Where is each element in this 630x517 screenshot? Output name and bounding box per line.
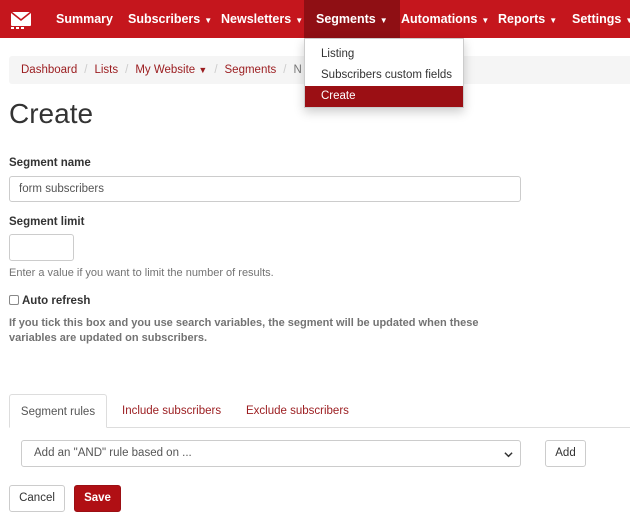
menu-item-listing[interactable]: Listing bbox=[305, 44, 463, 65]
breadcrumb-lists[interactable]: Lists bbox=[94, 64, 118, 76]
breadcrumb-separator: / bbox=[214, 64, 218, 76]
breadcrumb-separator: / bbox=[283, 64, 287, 76]
caret-down-icon: ▼ bbox=[549, 16, 558, 25]
segment-limit-help: Enter a value if you want to limit the n… bbox=[9, 267, 274, 279]
nav-automations-label: Automations bbox=[401, 12, 478, 26]
segment-limit-input[interactable] bbox=[9, 234, 74, 261]
rule-type-select-value: Add an "AND" rule based on ... bbox=[34, 447, 192, 459]
tab-segment-rules[interactable]: Segment rules bbox=[9, 394, 107, 428]
nav-subscribers-label: Subscribers bbox=[128, 12, 201, 26]
caret-down-icon: ▼ bbox=[625, 16, 630, 25]
top-navbar: Summary Subscribers ▼ Newsletters ▼ Segmen… bbox=[0, 0, 630, 38]
page-title: Create bbox=[9, 98, 94, 129]
breadcrumb-segments[interactable]: Segments bbox=[225, 64, 277, 76]
nav-settings-label: Settings bbox=[572, 12, 622, 26]
breadcrumb-my-website-label: My Website bbox=[135, 64, 196, 76]
nav-segments-label: Segments bbox=[316, 12, 376, 26]
breadcrumb-separator: / bbox=[84, 64, 88, 76]
auto-refresh-checkbox[interactable] bbox=[9, 295, 19, 305]
nav-reports-label: Reports bbox=[498, 12, 546, 26]
caret-down-icon: ▼ bbox=[295, 16, 304, 25]
nav-newsletters[interactable]: Newsletters ▼ bbox=[221, 0, 303, 38]
segments-dropdown-menu: Listing Subscribers custom fields Create bbox=[304, 38, 464, 108]
nav-automations[interactable]: Automations ▼ bbox=[401, 0, 489, 38]
cancel-button[interactable]: Cancel bbox=[9, 485, 65, 512]
breadcrumb-my-website[interactable]: My Website ▼ bbox=[135, 64, 207, 76]
chevron-down-icon bbox=[504, 452, 513, 458]
segment-limit-label: Segment limit bbox=[9, 216, 85, 228]
nav-newsletters-label: Newsletters bbox=[221, 12, 292, 26]
breadcrumb-separator: / bbox=[125, 64, 129, 76]
menu-item-custom-fields[interactable]: Subscribers custom fields bbox=[305, 65, 463, 86]
caret-down-icon: ▼ bbox=[204, 16, 213, 25]
segment-name-input[interactable]: form subscribers bbox=[9, 176, 521, 202]
tab-exclude-subscribers[interactable]: Exclude subscribers bbox=[246, 394, 349, 428]
breadcrumb-current: N bbox=[293, 64, 302, 76]
nav-settings[interactable]: Settings ▼ bbox=[572, 0, 630, 38]
auto-refresh-help: If you tick this box and you use search … bbox=[9, 317, 479, 344]
nav-segments[interactable]: Segments ▼ bbox=[304, 0, 400, 38]
save-button[interactable]: Save bbox=[74, 485, 121, 512]
envelope-logo-icon[interactable] bbox=[8, 6, 34, 32]
rule-type-select[interactable]: Add an "AND" rule based on ... bbox=[21, 440, 521, 467]
auto-refresh-row: Auto refresh bbox=[9, 295, 90, 307]
caret-down-icon: ▼ bbox=[481, 16, 490, 25]
caret-down-icon: ▼ bbox=[379, 16, 388, 25]
menu-item-create[interactable]: Create bbox=[305, 86, 463, 107]
add-rule-button[interactable]: Add bbox=[545, 440, 586, 467]
breadcrumb-dashboard[interactable]: Dashboard bbox=[21, 64, 77, 76]
nav-summary[interactable]: Summary bbox=[56, 0, 113, 38]
nav-subscribers[interactable]: Subscribers ▼ bbox=[128, 0, 212, 38]
caret-down-icon: ▼ bbox=[198, 65, 208, 75]
tab-include-subscribers[interactable]: Include subscribers bbox=[122, 394, 221, 428]
nav-reports[interactable]: Reports ▼ bbox=[498, 0, 557, 38]
segment-name-label: Segment name bbox=[9, 157, 91, 169]
auto-refresh-label[interactable]: Auto refresh bbox=[22, 295, 90, 307]
